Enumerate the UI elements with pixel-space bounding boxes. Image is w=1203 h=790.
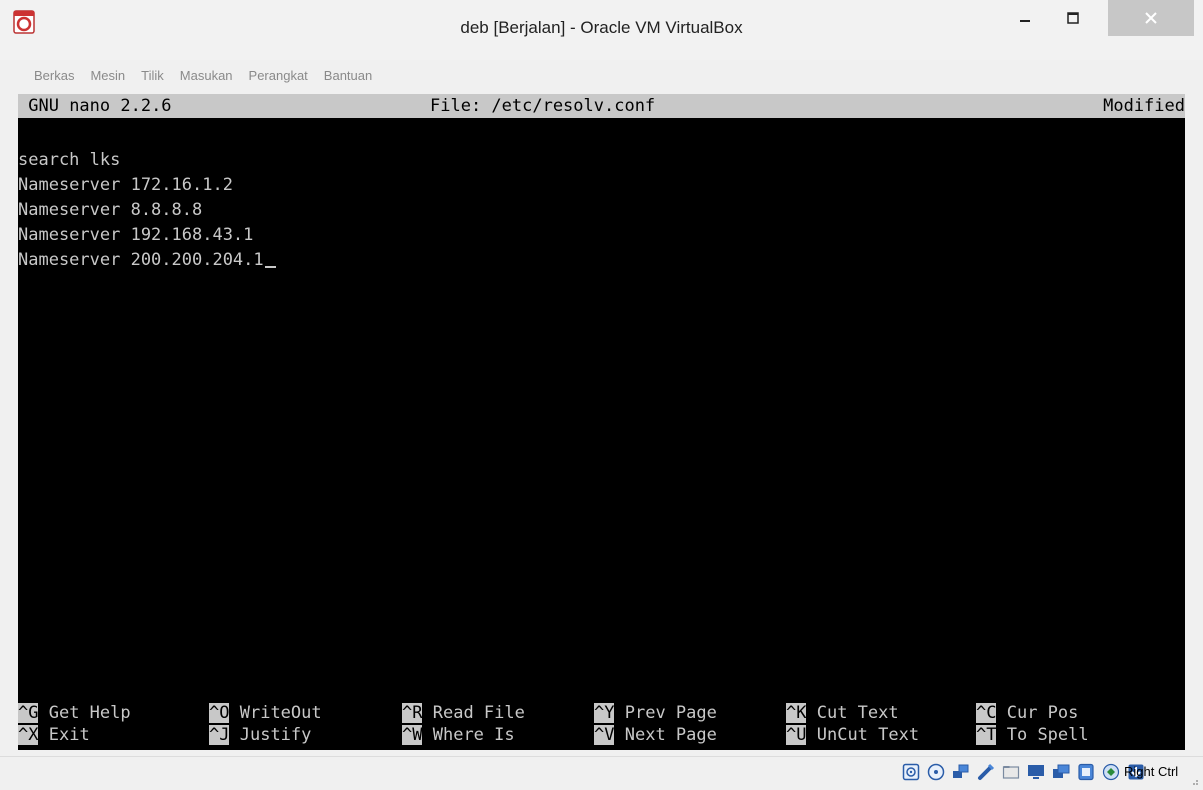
video-capture-icon[interactable] <box>1052 763 1070 781</box>
nano-shortcut-bar: ^G Get Help ^O WriteOut ^R Read File ^Y … <box>18 703 1185 747</box>
shortcut-prev-page[interactable]: ^Y Prev Page <box>594 703 717 723</box>
editor-line: Nameserver 8.8.8.8 <box>18 200 203 220</box>
shortcut-next-page[interactable]: ^V Next Page <box>594 725 717 745</box>
nano-file-name: File: /etc/resolv.conf <box>430 96 656 116</box>
maximize-icon <box>1067 12 1079 24</box>
shortcut-label: Cur Pos <box>1006 703 1079 723</box>
guest-additions-icon[interactable] <box>1077 763 1095 781</box>
shortcut-key: ^R <box>402 703 423 723</box>
text-cursor <box>264 266 276 268</box>
shortcut-key: ^T <box>976 725 997 745</box>
shortcut-label: Exit <box>48 725 90 745</box>
shortcut-read-file[interactable]: ^R Read File <box>402 703 525 723</box>
shortcut-key: ^X <box>18 725 39 745</box>
editor-line: Nameserver 172.16.1.2 <box>18 175 233 195</box>
shortcut-label: Get Help <box>48 703 131 723</box>
shortcut-uncut-text[interactable]: ^U UnCut Text <box>786 725 919 745</box>
nano-version-text: GNU nano 2.2.6 <box>28 96 172 116</box>
shortcut-justify[interactable]: ^J Justify <box>209 725 311 745</box>
menu-mesin[interactable]: Mesin <box>90 68 125 83</box>
maximize-button[interactable] <box>1050 0 1096 36</box>
menu-bantuan[interactable]: Bantuan <box>324 68 372 83</box>
editor-text-area[interactable]: search lks Nameserver 172.16.1.2 Nameserve… <box>18 148 276 273</box>
usb-icon[interactable] <box>977 763 995 781</box>
network-icon[interactable] <box>952 763 970 781</box>
close-icon <box>1145 12 1157 24</box>
close-button[interactable] <box>1108 0 1194 36</box>
editor-line: search lks <box>18 150 121 170</box>
shortcut-key: ^K <box>786 703 807 723</box>
minimize-button[interactable] <box>1002 0 1048 36</box>
shortcut-label: UnCut Text <box>816 725 920 745</box>
shortcut-label: Where Is <box>432 725 515 745</box>
menu-tilik[interactable]: Tilik <box>141 68 164 83</box>
menu-bar: Berkas Mesin Tilik Masukan Perangkat Ban… <box>0 62 1203 88</box>
shortcut-key: ^W <box>402 725 423 745</box>
optical-disk-icon[interactable] <box>927 763 945 781</box>
shortcut-label: Next Page <box>624 725 717 745</box>
shortcut-row: ^X Exit ^J Justify ^W Where Is ^V Next P… <box>18 725 1185 747</box>
shortcut-label: Justify <box>239 725 312 745</box>
minimize-icon <box>1020 20 1030 22</box>
shortcut-label: Cut Text <box>816 703 899 723</box>
menu-masukan[interactable]: Masukan <box>180 68 233 83</box>
shortcut-key: ^Y <box>594 703 615 723</box>
nano-version: GNU nano 2.2.6 <box>18 96 172 116</box>
shortcut-label: Prev Page <box>624 703 717 723</box>
shortcut-key: ^C <box>976 703 997 723</box>
nano-modified-status: Modified <box>1103 96 1185 116</box>
hard-disk-icon[interactable] <box>902 763 920 781</box>
shortcut-row: ^G Get Help ^O WriteOut ^R Read File ^Y … <box>18 703 1185 725</box>
vm-status-bar: Right Ctrl <box>0 756 1203 790</box>
resize-grip-icon[interactable] <box>1189 776 1199 786</box>
shortcut-where-is[interactable]: ^W Where Is <box>402 725 515 745</box>
editor-line-current: Nameserver 200.200.204.1 <box>18 248 276 273</box>
shortcut-label: To Spell <box>1006 725 1089 745</box>
vm-screen[interactable]: GNU nano 2.2.6 File: /etc/resolv.conf Mo… <box>18 94 1185 750</box>
display-icon[interactable] <box>1027 763 1045 781</box>
shortcut-writeout[interactable]: ^O WriteOut <box>209 703 322 723</box>
host-key-label: Right Ctrl <box>1124 764 1179 779</box>
status-icons-group <box>902 763 1145 781</box>
shortcut-to-spell[interactable]: ^T To Spell <box>976 725 1089 745</box>
shortcut-key: ^J <box>209 725 230 745</box>
shortcut-key: ^V <box>594 725 615 745</box>
menu-perangkat[interactable]: Perangkat <box>249 68 308 83</box>
editor-line: Nameserver 192.168.43.1 <box>18 225 254 245</box>
virtualbox-window: deb [Berjalan] - Oracle VM VirtualBox Be… <box>0 0 1203 790</box>
shortcut-key: ^O <box>209 703 230 723</box>
mouse-integration-icon[interactable] <box>1102 763 1120 781</box>
shortcut-get-help[interactable]: ^G Get Help <box>18 703 131 723</box>
shortcut-key: ^G <box>18 703 39 723</box>
shortcut-exit[interactable]: ^X Exit <box>18 725 90 745</box>
shortcut-label: Read File <box>432 703 525 723</box>
editor-line: Nameserver 200.200.204.1 <box>18 250 264 270</box>
shortcut-key: ^U <box>786 725 807 745</box>
shortcut-cur-pos[interactable]: ^C Cur Pos <box>976 703 1078 723</box>
shortcut-label: WriteOut <box>239 703 322 723</box>
shared-folders-icon[interactable] <box>1002 763 1020 781</box>
nano-title-bar: GNU nano 2.2.6 File: /etc/resolv.conf Mo… <box>18 94 1185 118</box>
menu-berkas[interactable]: Berkas <box>34 68 74 83</box>
title-bar[interactable]: deb [Berjalan] - Oracle VM VirtualBox <box>0 0 1203 60</box>
shortcut-cut-text[interactable]: ^K Cut Text <box>786 703 899 723</box>
